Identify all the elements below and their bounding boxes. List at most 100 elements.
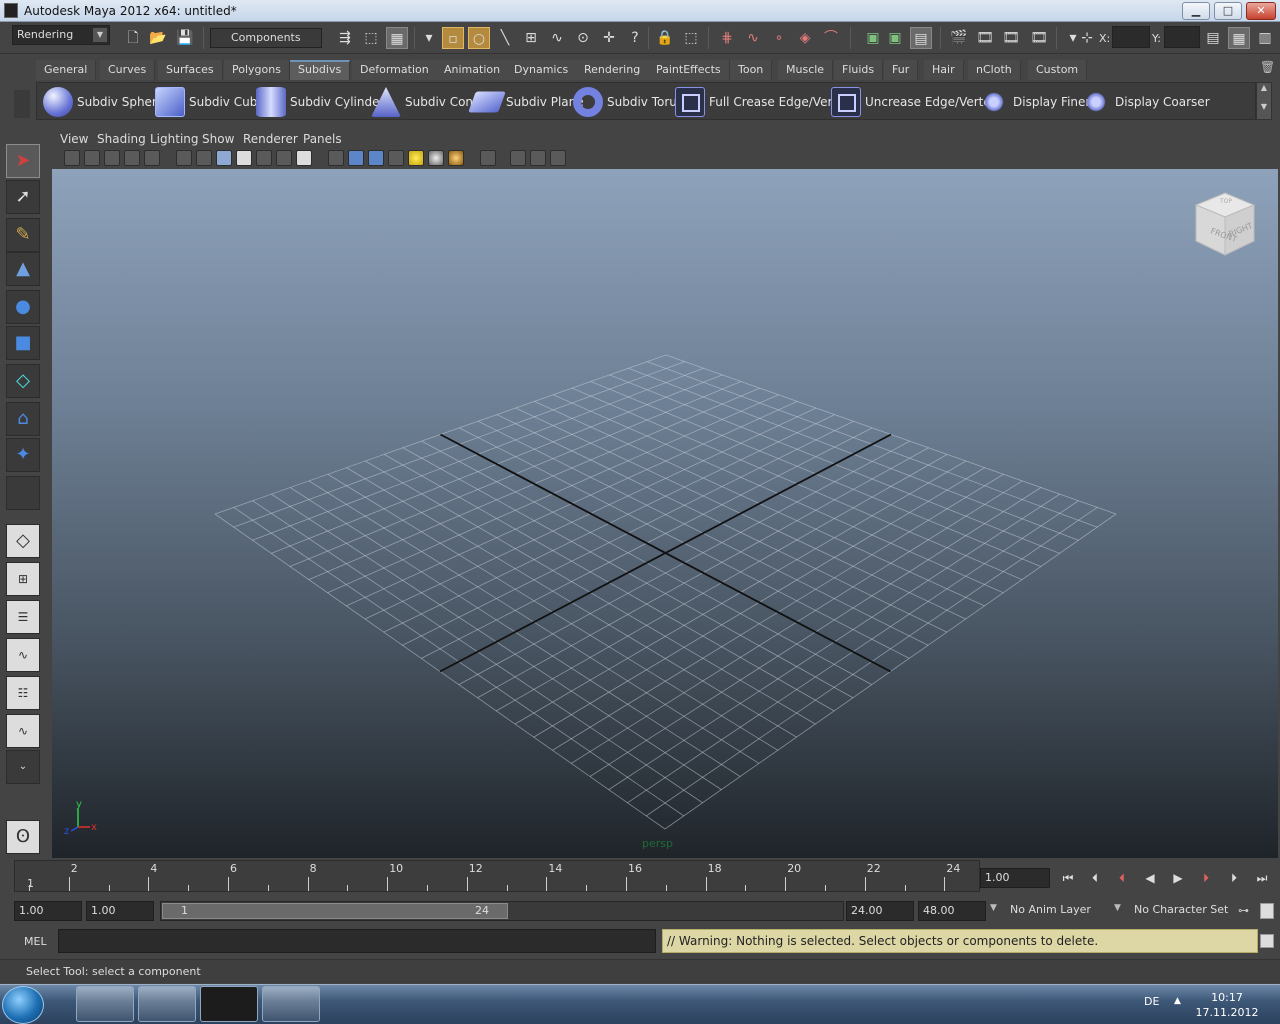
- safe-title-icon[interactable]: [296, 150, 312, 166]
- textured-icon[interactable]: [388, 150, 404, 166]
- y-field[interactable]: [1164, 26, 1200, 48]
- subdiv-plane-button[interactable]: Subdiv Plane: [468, 85, 584, 119]
- taskbar-app-help[interactable]: [262, 986, 320, 1022]
- menu-view[interactable]: View: [60, 132, 88, 146]
- render-current-icon[interactable]: 🎞: [974, 27, 996, 49]
- subdiv-torus-button[interactable]: Subdiv Torus: [573, 85, 683, 119]
- animation-preferences-icon[interactable]: [1260, 903, 1274, 919]
- perspective-viewport[interactable]: FRONT RIGHT TOP y x z persp: [52, 169, 1278, 858]
- current-time-field[interactable]: 1.00: [980, 868, 1050, 888]
- step-back-frame-icon[interactable]: ⏴: [1083, 868, 1107, 888]
- save-scene-icon[interactable]: 💾: [174, 27, 196, 49]
- command-input[interactable]: [58, 929, 656, 953]
- go-to-start-icon[interactable]: ⏮: [1056, 868, 1080, 888]
- maximize-button[interactable]: □: [1214, 2, 1242, 20]
- tray-expand-icon[interactable]: ▲: [1174, 996, 1181, 1006]
- outliner-graph-layout-icon[interactable]: ∿: [6, 714, 40, 748]
- select-tool-icon[interactable]: ➤: [6, 144, 40, 178]
- shelf-tab-custom[interactable]: Custom: [1028, 60, 1088, 80]
- rotate-tool-icon[interactable]: ●: [6, 290, 40, 324]
- start-button[interactable]: [2, 986, 44, 1024]
- xray-joints-icon[interactable]: [530, 150, 546, 166]
- scroll-down-icon[interactable]: ▼: [1257, 102, 1271, 111]
- lock-selection-icon[interactable]: 🔒: [654, 27, 676, 49]
- uv-mask-icon[interactable]: ⊞: [520, 27, 542, 49]
- universal-manipulator-icon[interactable]: ◇: [6, 364, 40, 398]
- close-button[interactable]: ✕: [1246, 2, 1276, 20]
- wireframe-on-shaded-icon[interactable]: [368, 150, 384, 166]
- step-forward-key-icon[interactable]: ⏵: [1194, 868, 1218, 888]
- relative-transform-icon[interactable]: ⊹: [1076, 27, 1098, 49]
- channel-box-toggle-icon[interactable]: ▦: [1228, 27, 1250, 49]
- shelf-tab-deformation[interactable]: Deformation: [352, 60, 438, 80]
- display-finer-button[interactable]: Display Finer: [979, 85, 1090, 119]
- film-gate-icon[interactable]: [196, 150, 212, 166]
- step-forward-frame-icon[interactable]: ⏵: [1222, 868, 1246, 888]
- shelf-tab-polygons[interactable]: Polygons: [224, 60, 290, 80]
- soft-modification-icon[interactable]: ⌂: [6, 402, 40, 436]
- taskbar-app-media[interactable]: [76, 986, 134, 1022]
- shelf-tab-animation[interactable]: Animation: [436, 60, 510, 80]
- playback-start-field[interactable]: 1.00: [86, 901, 154, 921]
- open-scene-icon[interactable]: 📂: [147, 27, 169, 49]
- shelf-tab-ncloth[interactable]: nCloth: [968, 60, 1021, 80]
- full-crease-button[interactable]: Full Crease Edge/Vertex: [675, 85, 851, 119]
- camera-attributes-icon[interactable]: [84, 150, 100, 166]
- range-slider-thumb[interactable]: 1 24: [162, 903, 508, 919]
- snap-view-plane-icon[interactable]: ◈: [794, 27, 816, 49]
- use-all-lights-icon[interactable]: [408, 150, 424, 166]
- snap-point-icon[interactable]: ∘: [768, 27, 790, 49]
- subdiv-cube-button[interactable]: Subdiv Cube: [155, 85, 265, 119]
- shelf-tab-hair[interactable]: Hair: [924, 60, 964, 80]
- show-manipulator-icon[interactable]: ✦: [6, 438, 40, 472]
- viewcube[interactable]: FRONT RIGHT TOP: [1190, 189, 1260, 259]
- attribute-editor-toggle-icon[interactable]: ▤: [1202, 27, 1224, 49]
- isolate-select-icon[interactable]: [480, 150, 496, 166]
- auto-key-icon[interactable]: ⊶: [1238, 904, 1249, 917]
- snap-curve-icon[interactable]: ∿: [742, 27, 764, 49]
- scale-tool-icon[interactable]: ■: [6, 326, 40, 360]
- select-object-icon[interactable]: ⬚: [360, 27, 382, 49]
- shelf-tab-fur[interactable]: Fur: [884, 60, 919, 80]
- play-forwards-icon[interactable]: ▶: [1166, 868, 1190, 888]
- new-scene-icon[interactable]: 🗋: [122, 27, 144, 49]
- select-camera-icon[interactable]: [64, 150, 80, 166]
- highlight-selection-icon[interactable]: ⬚: [680, 27, 702, 49]
- trash-icon[interactable]: 🗑: [1260, 60, 1275, 76]
- x-field[interactable]: [1112, 26, 1150, 48]
- maya-app-icon[interactable]: [4, 3, 18, 18]
- step-back-key-icon[interactable]: ⏴: [1110, 868, 1134, 888]
- lasso-tool-icon[interactable]: ➚: [6, 180, 40, 214]
- timeline-bar[interactable]: 1 2 4 6 8 10 12 14 16 18 20 22 24: [14, 860, 980, 892]
- playback-end-field[interactable]: 24.00: [846, 901, 914, 921]
- 2d-pan-zoom-icon[interactable]: [144, 150, 160, 166]
- single-perspective-layout-icon[interactable]: ◇: [6, 524, 40, 558]
- character-set-dropdown[interactable]: No Character Set: [1130, 901, 1234, 921]
- mel-label[interactable]: MEL: [24, 935, 47, 948]
- character-set-chevron-icon[interactable]: ▼: [1114, 903, 1121, 913]
- paint-select-tool-icon[interactable]: ✎: [6, 218, 40, 252]
- clock[interactable]: 10:17 17.11.2012: [1192, 990, 1262, 1020]
- output-ops-icon[interactable]: ▣: [884, 27, 906, 49]
- shadows-icon[interactable]: [428, 150, 444, 166]
- uncrease-button[interactable]: Uncrease Edge/Vertex: [831, 85, 998, 119]
- subdiv-cone-button[interactable]: Subdiv Cone: [371, 85, 480, 119]
- input-ops-icon[interactable]: ▣: [862, 27, 884, 49]
- shelf-tab-rendering[interactable]: Rendering: [576, 60, 650, 80]
- image-plane-icon[interactable]: [124, 150, 140, 166]
- field-chart-icon[interactable]: [256, 150, 272, 166]
- render-settings-icon[interactable]: 🎞: [1028, 27, 1050, 49]
- go-to-end-icon[interactable]: ⏭: [1250, 868, 1274, 888]
- resolution-gate-icon[interactable]: [216, 150, 232, 166]
- pivot-mask-icon[interactable]: ⊙: [572, 27, 594, 49]
- language-indicator[interactable]: DE: [1144, 995, 1159, 1008]
- shelf-tab-dynamics[interactable]: Dynamics: [506, 60, 578, 80]
- xray-components-icon[interactable]: [550, 150, 566, 166]
- grid-toggle-icon[interactable]: [176, 150, 192, 166]
- play-backwards-icon[interactable]: ◀: [1138, 868, 1162, 888]
- misc-mask-icon[interactable]: ?: [624, 27, 646, 49]
- construction-history-icon[interactable]: ▤: [910, 27, 932, 49]
- tool-settings-toggle-icon[interactable]: ▥: [1254, 27, 1276, 49]
- menuset-dropdown[interactable]: Rendering ▼: [12, 25, 110, 45]
- selection-mode-dropdown[interactable]: Components: [210, 28, 322, 48]
